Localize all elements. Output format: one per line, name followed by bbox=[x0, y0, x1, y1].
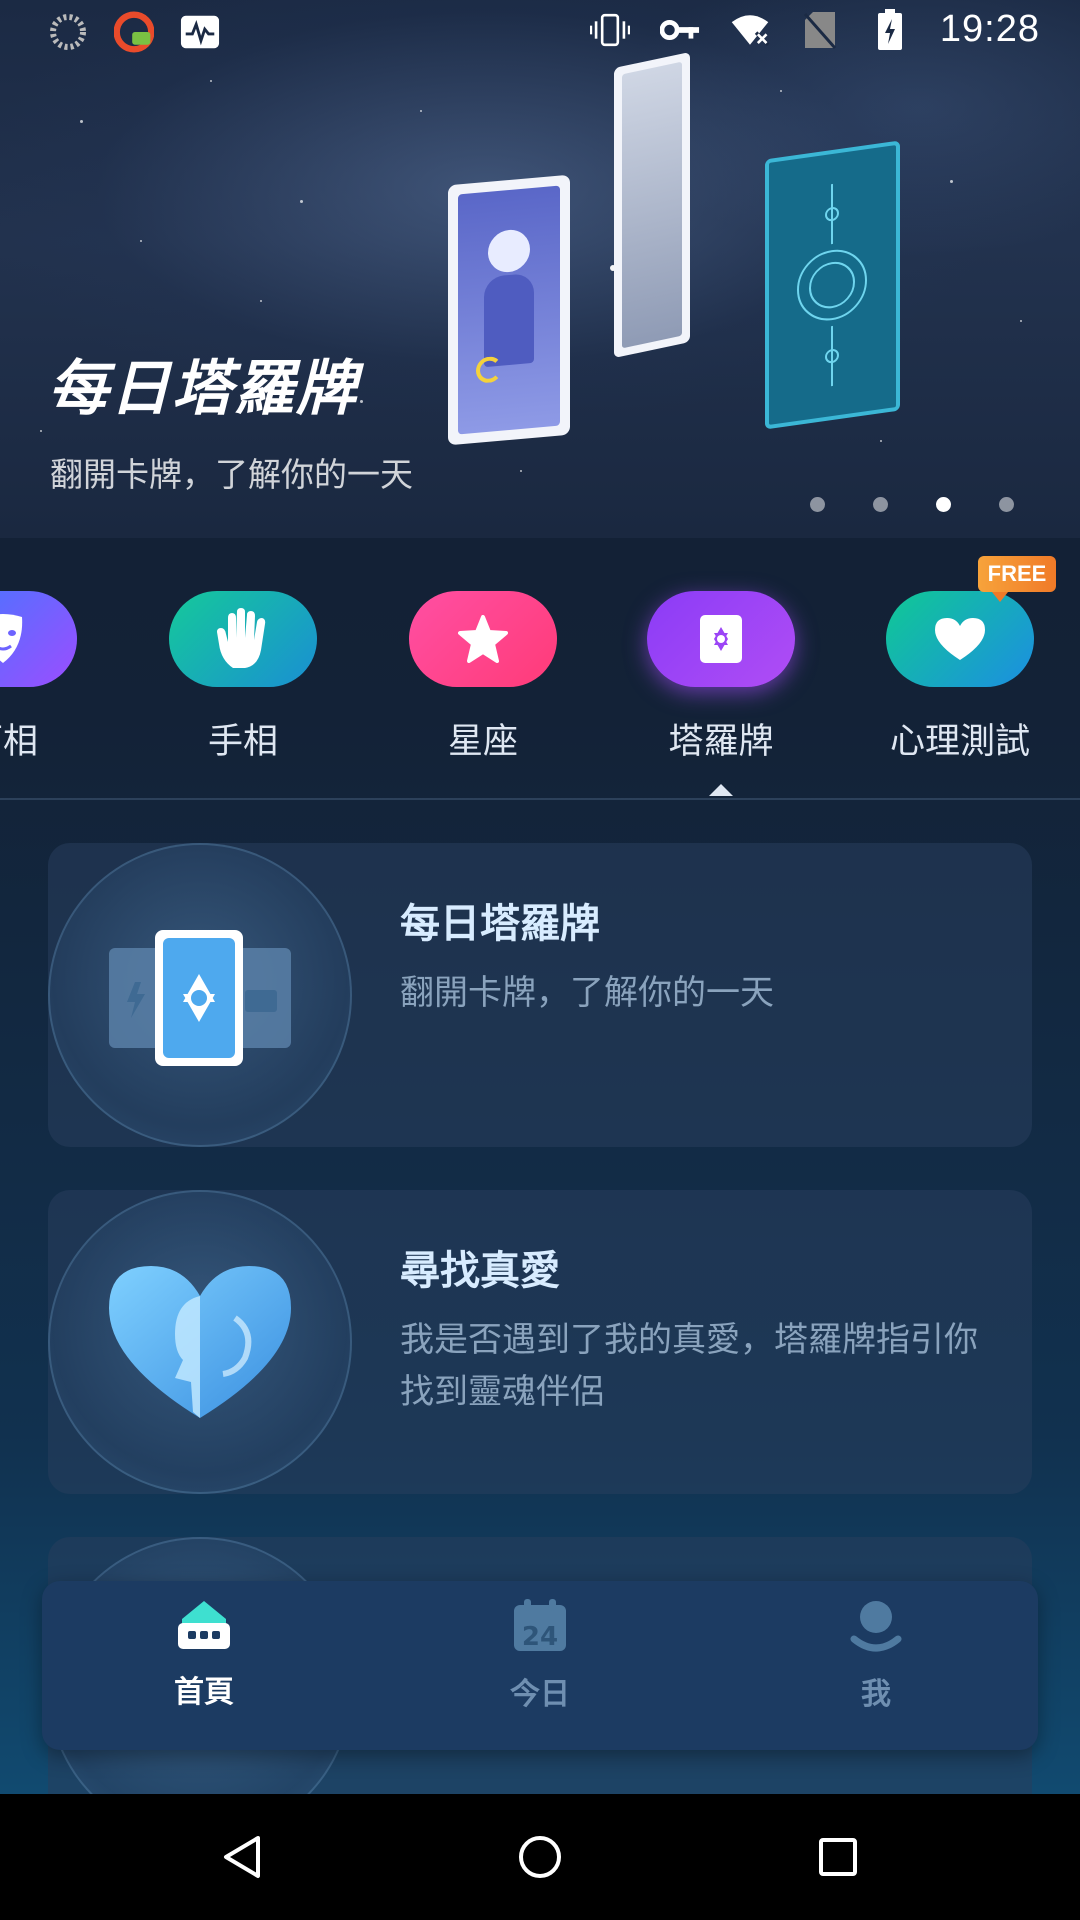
nav-label: 首頁 bbox=[174, 1675, 234, 1710]
vpn-app-icon bbox=[114, 11, 154, 53]
activity-monitor-icon bbox=[180, 12, 220, 52]
clock: 19:28 bbox=[939, 8, 1040, 50]
card-description: 翻開卡牌，了解你的一天 bbox=[400, 973, 774, 1013]
divider bbox=[0, 798, 1080, 800]
selected-category-indicator bbox=[709, 784, 733, 796]
carousel-dot[interactable] bbox=[873, 497, 888, 512]
key-icon bbox=[659, 10, 700, 50]
heart-icon bbox=[886, 591, 1034, 687]
tarot-cards-illustration-icon bbox=[48, 843, 352, 1147]
face-icon bbox=[0, 591, 77, 687]
category-label: 塔羅牌 bbox=[668, 722, 774, 762]
category-palm[interactable]: 手相 bbox=[168, 591, 318, 764]
free-badge: FREE bbox=[978, 556, 1056, 602]
back-icon[interactable] bbox=[212, 1827, 272, 1887]
nav-home[interactable]: 首頁 bbox=[104, 1599, 304, 1711]
hermit-card-image bbox=[614, 51, 690, 359]
wifi-off-icon bbox=[730, 10, 770, 50]
category-face[interactable]: 面相 bbox=[0, 591, 78, 764]
card-title: 尋找真愛 bbox=[400, 1248, 560, 1294]
carousel-dot-active[interactable] bbox=[936, 497, 951, 512]
banner-title: 每日塔羅牌 bbox=[48, 354, 358, 424]
calendar-day: 24 bbox=[522, 1622, 558, 1652]
battery-charging-icon bbox=[870, 8, 910, 50]
loading-circle-icon bbox=[48, 12, 88, 52]
feature-card-daily-tarot[interactable]: 每日塔羅牌 翻開卡牌，了解你的一天 bbox=[48, 843, 1032, 1147]
nav-today[interactable]: 24 今日 bbox=[440, 1599, 640, 1713]
sun-card-image bbox=[765, 140, 900, 430]
no-sim-icon bbox=[800, 10, 840, 50]
hero-banner[interactable]: 19:28 每日塔羅牌 翻開卡牌，了解你的一天 bbox=[0, 0, 1080, 538]
carousel-dot[interactable] bbox=[999, 497, 1014, 512]
user-icon bbox=[850, 1601, 902, 1652]
category-label: 手相 bbox=[207, 722, 278, 762]
status-bar: 19:28 bbox=[0, 0, 1080, 63]
category-label: 面相 bbox=[0, 722, 38, 762]
star-icon bbox=[409, 591, 557, 687]
home-circle-icon[interactable] bbox=[510, 1827, 570, 1887]
nav-label: 我 bbox=[861, 1677, 891, 1712]
recents-icon[interactable] bbox=[808, 1827, 868, 1887]
nav-me[interactable]: 我 bbox=[776, 1599, 976, 1713]
category-label: 心理測試 bbox=[889, 722, 1030, 762]
carousel-dot[interactable] bbox=[810, 497, 825, 512]
banner-subtitle: 翻開卡牌，了解你的一天 bbox=[50, 455, 413, 494]
heart-profile-illustration-icon bbox=[48, 1190, 352, 1494]
category-row: 面相 手相 星座 塔羅牌 心理測試 FREE bbox=[0, 538, 1080, 800]
category-label: 星座 bbox=[447, 722, 518, 762]
vibrate-icon bbox=[589, 10, 630, 50]
category-tarot[interactable]: 塔羅牌 bbox=[646, 591, 796, 764]
carousel-indicator bbox=[810, 497, 1014, 512]
calendar-icon: 24 bbox=[514, 1599, 566, 1652]
home-icon bbox=[178, 1601, 230, 1649]
high-priestess-card-image bbox=[448, 174, 570, 446]
tarot-card-icon bbox=[647, 591, 795, 687]
card-title: 每日塔羅牌 bbox=[400, 901, 600, 947]
bottom-nav: 首頁 24 今日 我 bbox=[42, 1581, 1038, 1750]
category-psych-test[interactable]: 心理測試 bbox=[885, 591, 1035, 764]
feature-card-true-love[interactable]: 尋找真愛 我是否遇到了我的真愛，塔羅牌指引你找到靈魂伴侶 bbox=[48, 1190, 1032, 1494]
system-nav-bar bbox=[0, 1794, 1080, 1920]
nav-label: 今日 bbox=[510, 1677, 570, 1712]
app-screen: 19:28 每日塔羅牌 翻開卡牌，了解你的一天 相 手相 星座 塔羅牌 心理測試… bbox=[0, 0, 1080, 1794]
hand-icon bbox=[169, 591, 317, 687]
category-zodiac[interactable]: 星座 bbox=[408, 591, 558, 764]
card-description: 我是否遇到了我的真愛，塔羅牌指引你找到靈魂伴侶 bbox=[400, 1320, 978, 1412]
